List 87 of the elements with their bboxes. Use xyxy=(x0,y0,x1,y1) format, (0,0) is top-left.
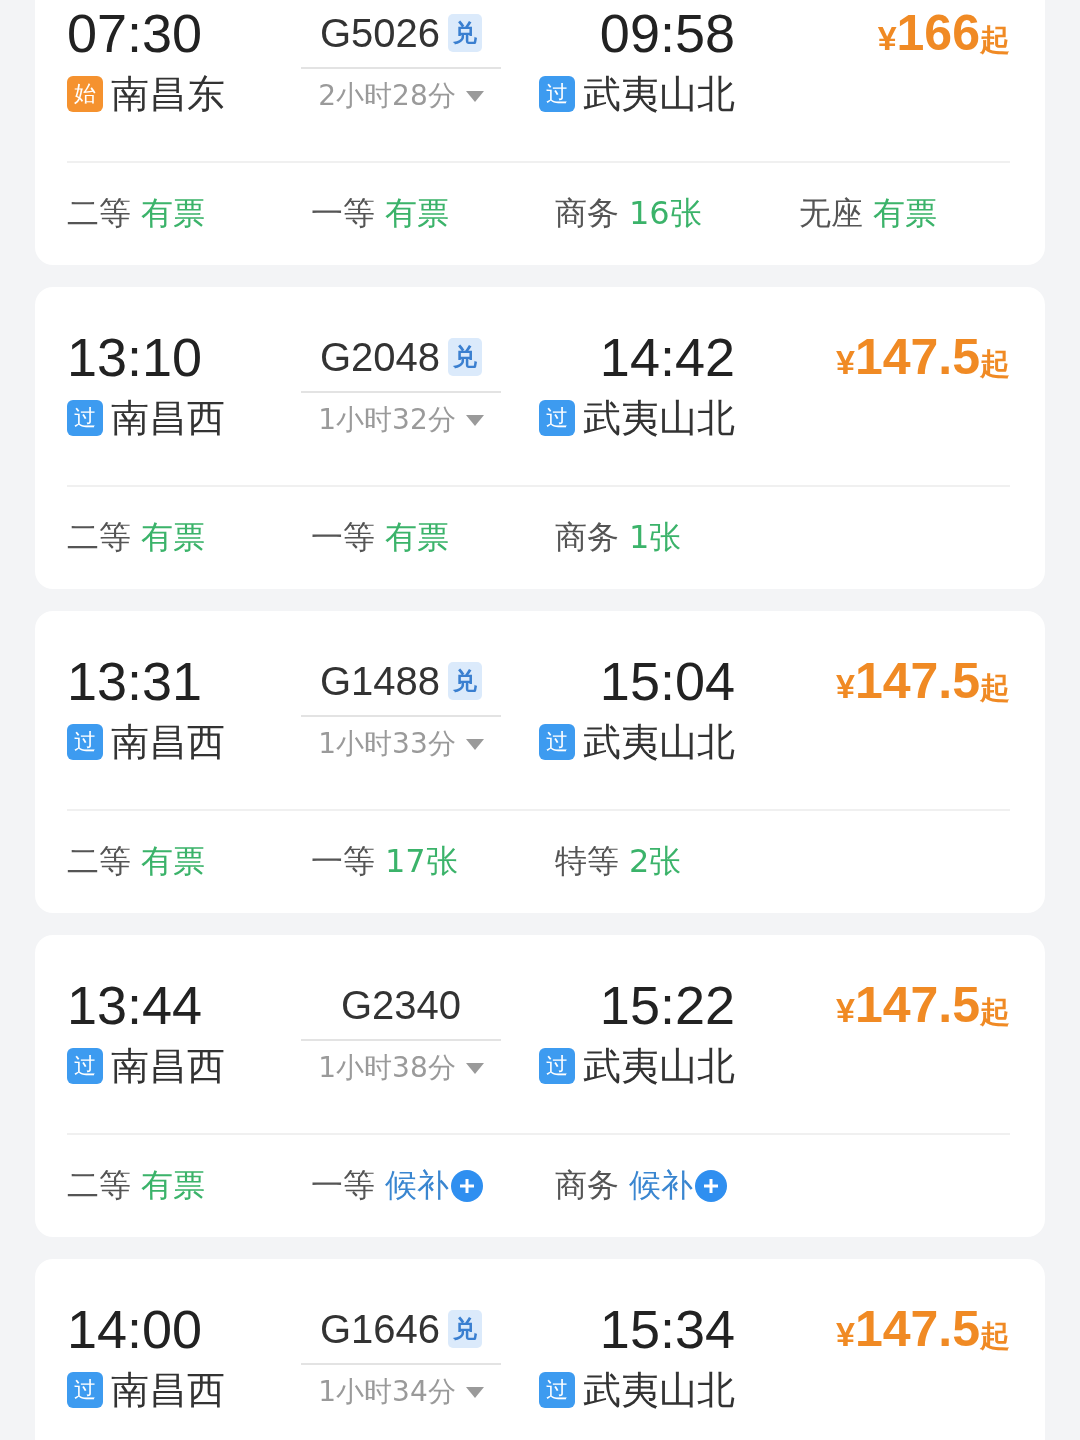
train-card[interactable]: 13:44 过 南昌西 G2340 1小时38分 15:22 过 武夷山北 ¥147.5起 二等 有票 一等 候补 商务 候补 xyxy=(35,935,1045,1237)
price: ¥147.5起 xyxy=(835,328,1010,387)
arrival-time: 15:04 xyxy=(599,651,735,711)
availability: 有票 xyxy=(873,193,937,234)
pass-through-badge: 过 xyxy=(539,724,575,760)
departure-station: 南昌东 xyxy=(111,71,225,118)
departure-station: 南昌西 xyxy=(111,1043,225,1090)
availability: 2张 xyxy=(629,841,682,882)
pass-through-badge: 过 xyxy=(539,400,575,436)
arrival-station: 武夷山北 xyxy=(583,719,735,766)
price: ¥147.5起 xyxy=(835,976,1010,1035)
departure-station: 南昌西 xyxy=(111,1367,225,1414)
price: ¥147.5起 xyxy=(835,1300,1010,1359)
seat-class: 二等 xyxy=(67,1165,131,1206)
arrival-time: 15:22 xyxy=(599,975,735,1035)
availability: 有票 xyxy=(141,841,205,882)
train-card[interactable]: 13:31 过 南昌西 G1488 兑 1小时33分 15:04 过 武夷山北 ¥147.5起 二等 有票 一等 17张 特等 2张 xyxy=(35,611,1045,913)
arrival-time: 09:58 xyxy=(599,3,735,63)
exchange-badge: 兑 xyxy=(448,14,483,52)
seat-class: 二等 xyxy=(67,841,131,882)
duration-toggle[interactable]: 1小时34分 xyxy=(318,1373,484,1411)
arrival-time: 15:34 xyxy=(599,1299,735,1359)
departure-time: 13:44 xyxy=(67,975,203,1035)
train-card[interactable]: 14:00 过 南昌西 G1646 兑 1小时34分 15:34 过 武夷山北 ¥147.5起 xyxy=(35,1259,1045,1440)
seat-class: 无座 xyxy=(799,193,863,234)
origin-badge: 始 xyxy=(67,76,103,112)
arrival-time: 14:42 xyxy=(599,327,735,387)
price: ¥166起 xyxy=(877,4,1010,63)
duration-toggle[interactable]: 2小时28分 xyxy=(318,77,484,115)
pass-through-badge: 过 xyxy=(539,1372,575,1408)
plus-icon[interactable] xyxy=(695,1170,727,1202)
pass-through-badge: 过 xyxy=(539,1048,575,1084)
caret-icon xyxy=(465,1062,484,1074)
caret-icon xyxy=(465,1386,484,1398)
seat-class: 特等 xyxy=(555,841,619,882)
price: ¥147.5起 xyxy=(835,652,1010,711)
seat-class: 一等 xyxy=(311,841,375,882)
train-card[interactable]: 13:10 过 南昌西 G2048 兑 1小时32分 14:42 过 武夷山北 ¥147.5起 二等 有票 一等 有票 商务 1张 xyxy=(35,287,1045,589)
availability: 有票 xyxy=(141,1165,205,1206)
availability: 16张 xyxy=(629,193,702,234)
departure-time: 13:10 xyxy=(67,327,203,387)
caret-icon xyxy=(465,414,484,426)
train-number: G5026 xyxy=(319,10,441,56)
pass-through-badge: 过 xyxy=(67,1048,103,1084)
train-card[interactable]: 07:30 始 南昌东 G5026 兑 2小时28分 09:58 过 武夷山北 ¥166起 二等 有票 一等 有票 商务 16张 无座 有票 xyxy=(35,0,1045,265)
departure-time: 07:30 xyxy=(67,3,203,63)
exchange-badge: 兑 xyxy=(448,1310,483,1348)
caret-icon xyxy=(465,738,484,750)
duration-toggle[interactable]: 1小时33分 xyxy=(318,725,484,763)
caret-icon xyxy=(465,90,484,102)
seat-class: 一等 xyxy=(311,193,375,234)
departure-time: 14:00 xyxy=(67,1299,203,1359)
seat-class: 二等 xyxy=(67,193,131,234)
seat-class: 商务 xyxy=(555,517,619,558)
availability: 有票 xyxy=(385,517,449,558)
departure-station: 南昌西 xyxy=(111,719,225,766)
train-number: G2048 xyxy=(319,334,441,380)
arrival-station: 武夷山北 xyxy=(583,395,735,442)
seat-class: 二等 xyxy=(67,517,131,558)
arrival-station: 武夷山北 xyxy=(583,71,735,118)
departure-station: 南昌西 xyxy=(111,395,225,442)
departure-time: 13:31 xyxy=(67,651,203,711)
train-number: G1646 xyxy=(319,1306,441,1352)
availability: 有票 xyxy=(141,517,205,558)
duration-toggle[interactable]: 1小时38分 xyxy=(318,1049,484,1087)
availability: 1张 xyxy=(629,517,682,558)
pass-through-badge: 过 xyxy=(67,1372,103,1408)
waitlist-link[interactable]: 候补 xyxy=(385,1164,449,1208)
arrival-station: 武夷山北 xyxy=(583,1043,735,1090)
arrival-station: 武夷山北 xyxy=(583,1367,735,1414)
availability: 17张 xyxy=(385,841,458,882)
availability: 有票 xyxy=(385,193,449,234)
availability: 有票 xyxy=(141,193,205,234)
seat-class: 商务 xyxy=(555,193,619,234)
exchange-badge: 兑 xyxy=(448,338,483,376)
train-number: G2340 xyxy=(340,982,462,1028)
pass-through-badge: 过 xyxy=(67,724,103,760)
train-number: G1488 xyxy=(319,658,441,704)
pass-through-badge: 过 xyxy=(67,400,103,436)
seat-class: 商务 xyxy=(555,1165,619,1206)
seat-class: 一等 xyxy=(311,517,375,558)
duration-toggle[interactable]: 1小时32分 xyxy=(318,401,484,439)
seat-class: 一等 xyxy=(311,1165,375,1206)
pass-through-badge: 过 xyxy=(539,76,575,112)
plus-icon[interactable] xyxy=(451,1170,483,1202)
exchange-badge: 兑 xyxy=(448,662,483,700)
waitlist-link[interactable]: 候补 xyxy=(629,1164,693,1208)
